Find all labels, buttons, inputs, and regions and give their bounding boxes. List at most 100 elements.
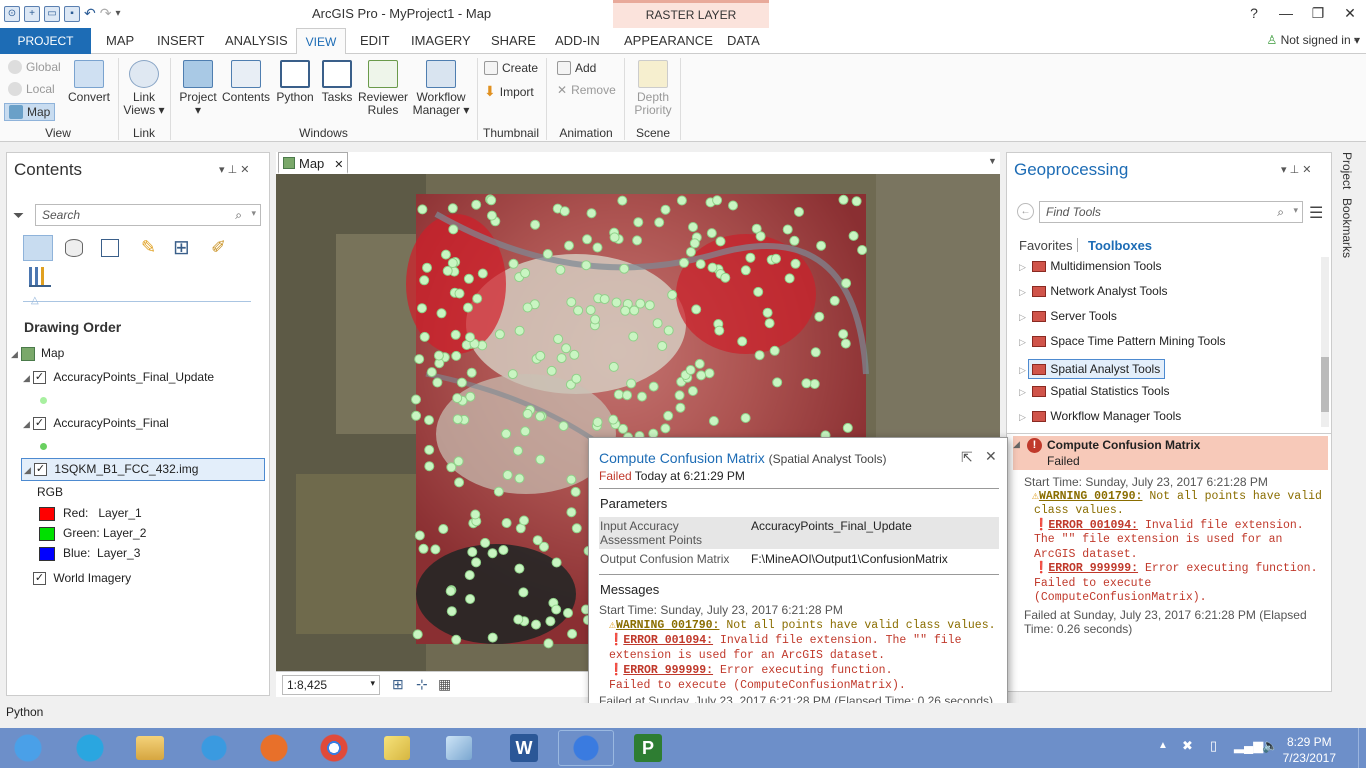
expand-icon[interactable]: ▷	[1019, 387, 1029, 398]
open-project-icon[interactable]: ▭	[44, 5, 60, 22]
layer-row[interactable]: ◢ ✓ AccuracyPoints_Final_Update	[23, 370, 214, 385]
remove-keyframe-button[interactable]: ✕ Remove	[557, 83, 616, 97]
import-thumbnail-button[interactable]: ⬇ Import	[484, 83, 534, 100]
workflow-manager-button[interactable]: Workflow Manager ▾	[411, 60, 471, 117]
map-node[interactable]: ◢ Map	[11, 346, 64, 361]
list-by-charts-icon[interactable]	[29, 267, 51, 287]
python-dock-tab[interactable]: Python	[6, 705, 43, 719]
contents-search-input[interactable]: Search ⌕ ▾	[35, 204, 261, 226]
filter-icon[interactable]: ⏷	[13, 207, 24, 224]
scale-selector[interactable]: 1:8,425 ▾	[282, 675, 380, 695]
collapse-icon[interactable]: ◢	[1013, 439, 1020, 450]
expand-icon[interactable]: ▷	[1019, 287, 1029, 298]
help-icon[interactable]: ?	[1238, 2, 1270, 24]
local-button[interactable]: Local	[8, 82, 55, 96]
expand-icon[interactable]: ▷	[1019, 412, 1029, 423]
toolbox-item[interactable]: ▷ Server Tools	[1019, 309, 1117, 323]
minimize-button[interactable]: —	[1270, 2, 1302, 24]
favorites-tab[interactable]: Favorites	[1019, 238, 1072, 253]
sticky-notes-icon[interactable]	[384, 736, 410, 760]
expand-icon[interactable]: ▷	[1019, 262, 1029, 273]
customize-qat-icon[interactable]: ▾	[115, 8, 120, 19]
toolbox-item[interactable]: ▷ Network Analyst Tools	[1019, 284, 1168, 298]
tab-imagery[interactable]: IMAGERY	[411, 33, 471, 48]
tray-signal-icon[interactable]: ▂▄▆	[1234, 738, 1263, 754]
map-view-tab[interactable]: Map ✕	[278, 152, 348, 174]
tray-expand-icon[interactable]: ▲	[1158, 740, 1168, 751]
tab-share[interactable]: SHARE	[491, 33, 536, 48]
tab-insert[interactable]: INSERT	[157, 33, 204, 48]
result-header[interactable]: ◢ ! Compute Confusion Matrix Failed	[1013, 436, 1328, 470]
depth-priority-button[interactable]: Depth Priority	[630, 60, 676, 117]
list-by-selection-icon[interactable]	[101, 239, 119, 257]
app-logo-icon[interactable]: ⊙	[4, 5, 20, 22]
reviewer-rules-button[interactable]: Reviewer Rules	[357, 60, 409, 117]
collapse-icon[interactable]: ◢	[24, 465, 34, 476]
list-by-drawing-order-icon[interactable]	[23, 235, 53, 261]
global-button[interactable]: Global	[8, 60, 61, 74]
pane-options-icon[interactable]: ▾ ⊥ ✕	[219, 163, 249, 176]
show-desktop-button[interactable]	[1358, 728, 1366, 768]
tab-add-in[interactable]: ADD-IN	[555, 33, 600, 48]
collapse-icon[interactable]: ◢	[11, 349, 21, 360]
firefox-icon[interactable]	[246, 730, 302, 766]
new-project-icon[interactable]: +	[24, 5, 40, 22]
internet-explorer-icon[interactable]	[186, 730, 242, 766]
layer-visibility-checkbox[interactable]: ✓	[33, 371, 46, 385]
redo-icon[interactable]: ↷	[100, 5, 112, 22]
list-by-data-source-icon[interactable]	[65, 239, 83, 257]
project-icon[interactable]: P	[634, 734, 662, 762]
list-by-snapping-icon[interactable]: ⊞	[173, 235, 190, 260]
menu-icon[interactable]: ☰	[1309, 203, 1323, 223]
side-tab-bookmarks[interactable]: Bookmarks	[1340, 198, 1354, 258]
close-popup-icon[interactable]: ✕	[985, 448, 997, 465]
toolbox-item[interactable]: ▷ Space Time Pattern Mining Tools	[1019, 334, 1226, 348]
create-thumbnail-button[interactable]: Create	[484, 61, 538, 75]
link-views-button[interactable]: Link Views ▾	[122, 60, 166, 117]
tab-view[interactable]: VIEW	[296, 28, 346, 55]
file-explorer-icon[interactable]	[136, 736, 164, 760]
grid-icon[interactable]: ▦	[438, 676, 451, 693]
find-tools-input[interactable]: Find Tools ⌕ ▾	[1039, 201, 1303, 223]
save-icon[interactable]: ▪	[64, 5, 80, 22]
arcgis-pro-icon[interactable]	[558, 730, 614, 766]
tab-map[interactable]: MAP	[106, 33, 134, 48]
python-pane-button[interactable]: Python	[272, 60, 318, 104]
side-tab-project[interactable]: Project	[1340, 152, 1354, 189]
tray-action-center-icon[interactable]: ▯	[1210, 738, 1217, 754]
collapse-icon[interactable]: ◢	[23, 419, 33, 430]
clock[interactable]: 8:29 PM 7/23/2017	[1283, 734, 1336, 766]
sign-in-status[interactable]: ♙ Not signed in ▾	[1266, 33, 1360, 47]
close-button[interactable]: ✕	[1334, 2, 1366, 24]
tab-data[interactable]: DATA	[727, 33, 760, 48]
contents-pane-button[interactable]: Contents	[222, 60, 270, 104]
tasks-pane-button[interactable]: Tasks	[318, 60, 356, 104]
toolbox-item[interactable]: ▷ Multidimension Tools	[1019, 259, 1162, 273]
tray-network-icon[interactable]: ✖	[1182, 738, 1193, 754]
layer-row-selected[interactable]: ◢ ✓ 1SQKM_B1_FCC_432.img	[21, 458, 265, 481]
tab-project[interactable]: PROJECT	[0, 28, 91, 54]
snipping-tool-icon[interactable]	[446, 736, 472, 760]
open-history-icon[interactable]: ⇱	[961, 449, 973, 466]
undo-icon[interactable]: ↶	[84, 5, 96, 22]
tray-volume-icon[interactable]: 🔈	[1262, 738, 1278, 754]
skype-icon[interactable]	[62, 730, 118, 766]
add-keyframe-button[interactable]: Add	[557, 61, 596, 75]
collapse-icon[interactable]: ◢	[23, 373, 33, 384]
scrollbar-thumb[interactable]	[1321, 357, 1329, 412]
views-dropdown-icon[interactable]: ▼	[988, 156, 997, 166]
tab-appearance[interactable]: APPEARANCE	[624, 33, 713, 48]
expand-icon[interactable]: ▷	[1019, 337, 1029, 348]
word-icon[interactable]: W	[510, 734, 538, 762]
list-by-editing-icon[interactable]: ✎	[141, 237, 156, 258]
layer-row[interactable]: ✓ World Imagery	[33, 571, 131, 586]
project-pane-button[interactable]: Project ▾	[176, 60, 220, 117]
toolboxes-tab[interactable]: Toolboxes	[1088, 238, 1152, 253]
collapse-ribbon-icon[interactable]: ⌃	[1352, 36, 1361, 49]
expand-icon[interactable]: ▷	[1019, 312, 1029, 323]
tab-analysis[interactable]: ANALYSIS	[225, 33, 288, 48]
back-icon[interactable]: ←	[1017, 203, 1034, 220]
scrollbar[interactable]	[1321, 257, 1329, 427]
toolbox-item-spatial-analyst[interactable]: ▷ Spatial Analyst Tools	[1019, 359, 1166, 379]
start-button[interactable]	[2, 730, 54, 766]
